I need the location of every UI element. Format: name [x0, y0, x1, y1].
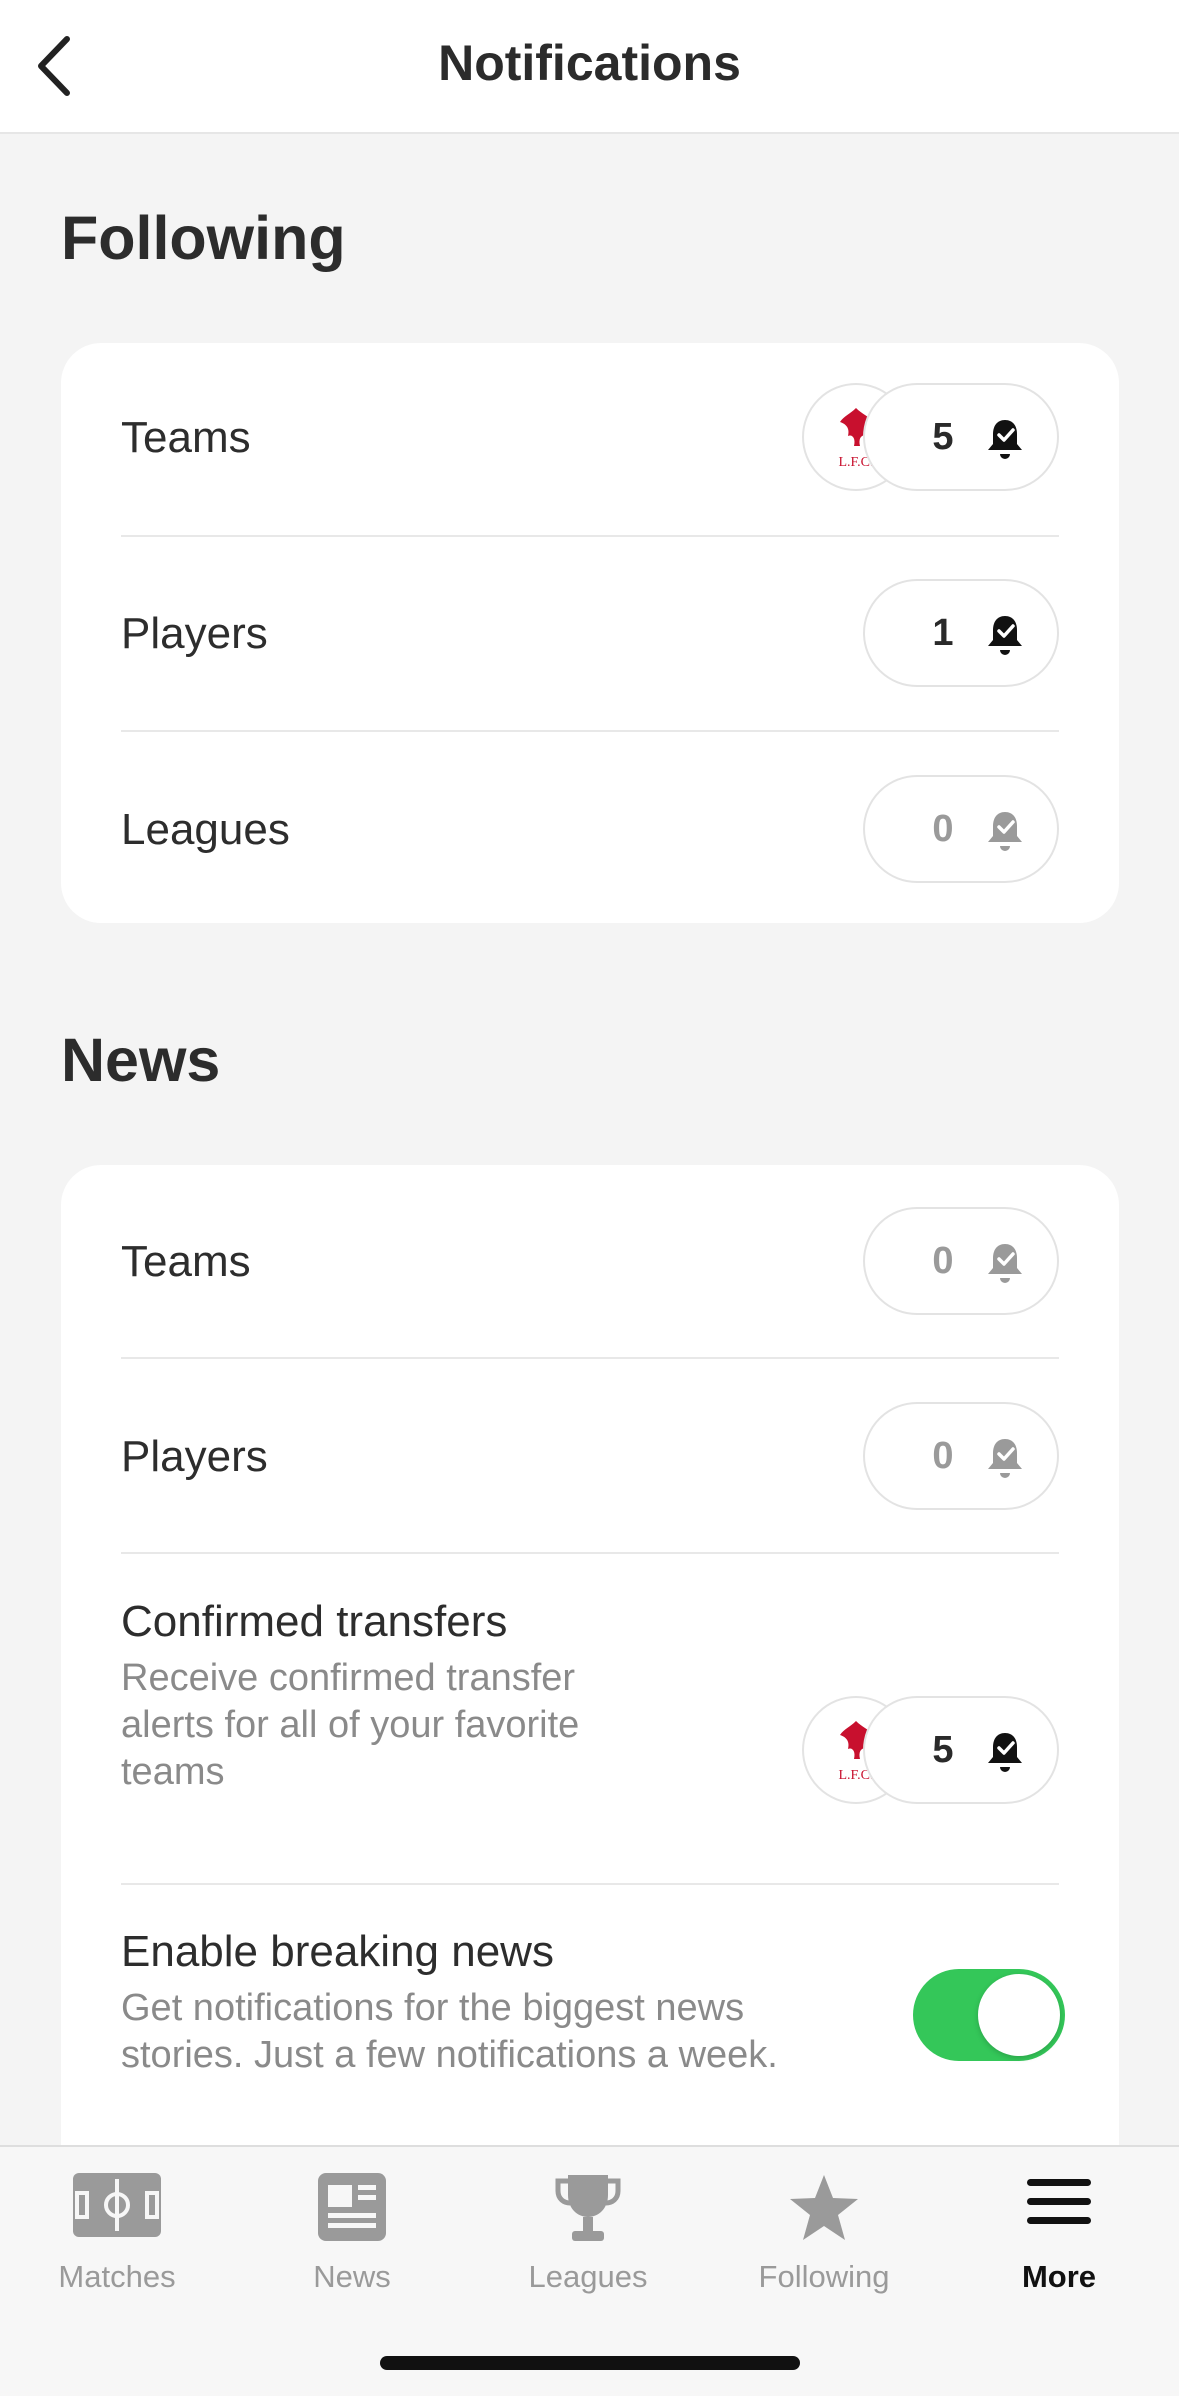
bell-check-icon — [988, 616, 1022, 655]
following-players-pill[interactable]: 1 — [863, 579, 1059, 687]
count-badge: 0 — [932, 1434, 954, 1477]
tab-label: Leagues — [528, 2259, 648, 2294]
row-label: Players — [121, 609, 268, 658]
divider — [121, 1552, 1059, 1554]
following-leagues-pill[interactable]: 0 — [863, 775, 1059, 883]
news-players-row[interactable]: Players 0 — [121, 1402, 1059, 1510]
following-card: Teams L.F.C. 5 Players 1 Leagues 0 — [61, 343, 1119, 923]
section-title-news: News — [61, 1026, 221, 1094]
divider — [121, 730, 1059, 732]
tab-matches[interactable]: Matches — [17, 2167, 217, 2297]
count-badge: 0 — [932, 807, 954, 850]
row-label: Enable breaking news — [121, 1927, 554, 1976]
page-title: Notifications — [438, 35, 741, 91]
tab-more[interactable]: More — [959, 2167, 1159, 2297]
section-title-following: Following — [61, 204, 346, 272]
breaking-news-toggle[interactable] — [913, 1969, 1065, 2061]
row-label: Teams — [121, 413, 251, 462]
divider — [121, 535, 1059, 537]
star-icon — [790, 2175, 858, 2240]
following-teams-row[interactable]: Teams L.F.C. 5 — [121, 383, 1059, 491]
row-label: Confirmed transfers — [121, 1597, 508, 1646]
bell-check-icon — [988, 420, 1022, 459]
news-card: Teams 0 Players 0 Confirmed transfers Re… — [61, 1165, 1119, 2265]
row-description: Get notifications for the biggest news s… — [121, 1987, 778, 2076]
divider — [121, 1883, 1059, 1885]
trophy-icon — [555, 2175, 621, 2241]
following-leagues-row[interactable]: Leagues 0 — [121, 775, 1059, 883]
news-breaking-row: Enable breaking news Get notifications f… — [121, 1927, 1065, 2167]
home-indicator — [380, 2356, 800, 2370]
row-label: Leagues — [121, 805, 290, 854]
row-label: Teams — [121, 1237, 251, 1286]
tab-news[interactable]: News — [252, 2167, 452, 2297]
count-badge: 5 — [932, 1728, 954, 1771]
count-badge: 0 — [932, 1239, 954, 1282]
divider — [121, 1357, 1059, 1359]
news-teams-row[interactable]: Teams 0 — [121, 1207, 1059, 1315]
toggle-knob — [978, 1974, 1060, 2056]
top-bar: Notifications — [0, 0, 1179, 134]
tab-leagues[interactable]: Leagues — [488, 2167, 688, 2297]
news-transfers-row[interactable]: Confirmed transfers Receive confirmed tr… — [121, 1597, 1059, 1837]
bell-check-icon — [988, 1439, 1022, 1478]
news-teams-pill[interactable]: 0 — [863, 1207, 1059, 1315]
tab-following[interactable]: Following — [724, 2167, 924, 2297]
row-label: Players — [121, 1432, 268, 1481]
pitch-icon — [73, 2173, 161, 2237]
tab-label: Matches — [58, 2259, 176, 2294]
following-players-row[interactable]: Players 1 — [121, 579, 1059, 687]
tab-label: More — [1021, 2259, 1097, 2294]
count-badge: 1 — [932, 611, 954, 654]
newspaper-icon — [318, 2173, 386, 2241]
row-description: Receive confirmed transfer alerts for al… — [121, 1657, 580, 1793]
count-badge: 5 — [932, 415, 954, 458]
menu-icon — [1027, 2179, 1091, 2224]
tab-label: News — [313, 2259, 391, 2294]
news-transfers-pill[interactable]: 5 — [863, 1696, 1059, 1804]
bell-check-icon — [988, 1244, 1022, 1283]
bell-check-icon — [988, 812, 1022, 851]
tab-label: Following — [758, 2259, 890, 2294]
news-players-pill[interactable]: 0 — [863, 1402, 1059, 1510]
following-teams-pill[interactable]: 5 — [863, 383, 1059, 491]
bell-check-icon — [988, 1733, 1022, 1772]
